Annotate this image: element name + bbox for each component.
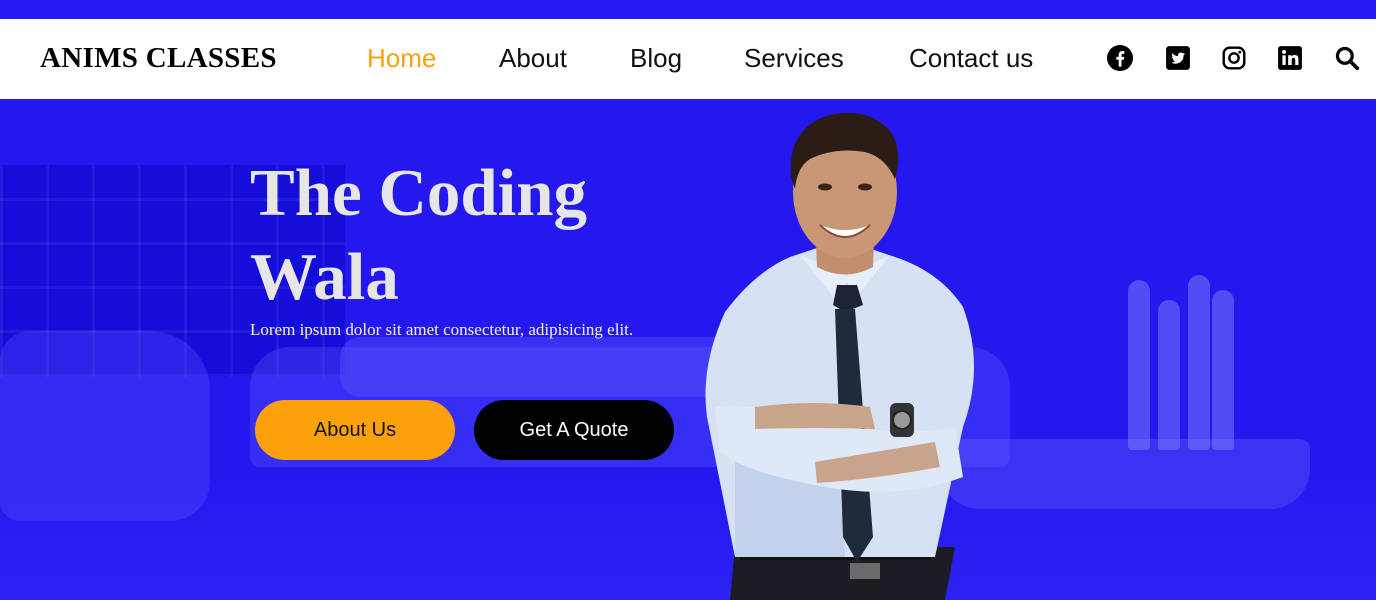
- twitter-icon[interactable]: [1165, 45, 1191, 71]
- hero-title-line-1: The Coding: [250, 156, 587, 230]
- linkedin-icon[interactable]: [1277, 45, 1303, 71]
- get-a-quote-button[interactable]: Get A Quote: [474, 400, 674, 460]
- hero-subtitle: Lorem ipsum dolor sit amet consectetur, …: [250, 320, 634, 339]
- background-vase: [1188, 275, 1210, 450]
- about-us-button[interactable]: About Us: [255, 400, 455, 460]
- hero-title-line-2: Wala: [250, 240, 399, 314]
- background-table: [940, 439, 1310, 509]
- facebook-icon[interactable]: [1107, 45, 1133, 71]
- nav-home[interactable]: Home: [367, 43, 436, 74]
- hero-title: The Coding Wala: [250, 151, 670, 319]
- hero-section: The Coding Wala Lorem ipsum dolor sit am…: [0, 99, 1376, 600]
- search-icon[interactable]: [1334, 45, 1360, 71]
- landing-page: ANIMS CLASSES Home About Blog Services C…: [0, 0, 1376, 600]
- hero-person-image: [705, 113, 974, 600]
- top-accent-strip: [0, 0, 1376, 19]
- brand-logo[interactable]: ANIMS CLASSES: [40, 42, 277, 75]
- nav-services[interactable]: Services: [744, 43, 844, 74]
- background-chair: [0, 331, 210, 521]
- background-vase: [1158, 300, 1180, 450]
- nav-contact-us[interactable]: Contact us: [909, 43, 1033, 74]
- navbar: ANIMS CLASSES Home About Blog Services C…: [0, 19, 1376, 99]
- background-vase: [1128, 280, 1150, 450]
- nav-blog[interactable]: Blog: [630, 43, 682, 74]
- instagram-icon[interactable]: [1221, 45, 1247, 71]
- nav-about[interactable]: About: [499, 43, 567, 74]
- background-vase: [1212, 290, 1234, 450]
